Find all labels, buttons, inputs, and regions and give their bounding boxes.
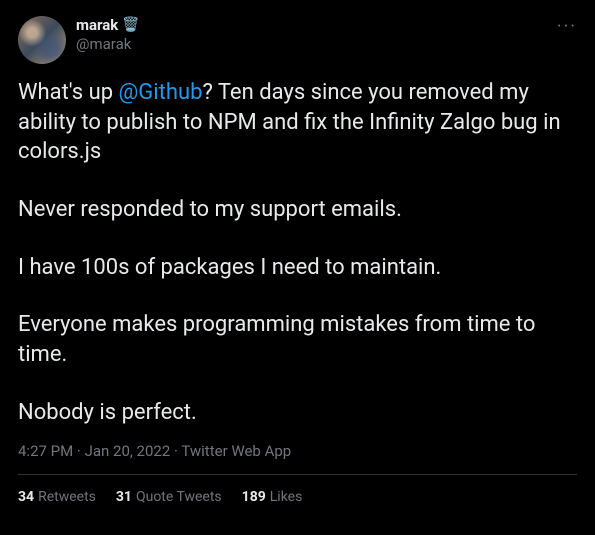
tweet-meta: 4:27 PM · Jan 20, 2022 · Twitter Web App <box>18 442 577 475</box>
display-name: marak <box>76 16 118 35</box>
tweet-container: marak 🗑️ @marak ··· What's up @Github? T… <box>0 0 595 535</box>
paragraph-2: Never responded to my support emails. <box>18 195 577 225</box>
user-names[interactable]: marak 🗑️ @marak <box>76 16 547 54</box>
quotes-label: Quote Tweets <box>136 489 222 505</box>
tweet-date[interactable]: Jan 20, 2022 <box>85 442 171 460</box>
quotes-stat[interactable]: 31Quote Tweets <box>116 489 222 505</box>
tweet-source[interactable]: Twitter Web App <box>181 442 291 460</box>
paragraph-5: Nobody is perfect. <box>18 398 577 428</box>
paragraph-4: Everyone makes programming mistakes from… <box>18 310 577 369</box>
likes-label: Likes <box>270 489 303 505</box>
tweet-header: marak 🗑️ @marak ··· <box>18 16 577 64</box>
text: What's up <box>18 80 119 105</box>
retweets-count: 34 <box>18 489 34 505</box>
separator: · <box>170 442 181 460</box>
tweet-stats: 34Retweets 31Quote Tweets 189Likes <box>18 475 577 519</box>
quotes-count: 31 <box>116 489 132 505</box>
paragraph-1: What's up @Github? Ten days since you re… <box>18 78 577 167</box>
separator: · <box>73 442 84 460</box>
mention-github[interactable]: @Github <box>119 80 203 105</box>
tweet-text: What's up @Github? Ten days since you re… <box>18 78 577 428</box>
likes-stat[interactable]: 189Likes <box>242 489 303 505</box>
avatar[interactable] <box>18 16 66 64</box>
retweets-label: Retweets <box>38 489 96 505</box>
likes-count: 189 <box>242 489 266 505</box>
retweets-stat[interactable]: 34Retweets <box>18 489 96 505</box>
user-handle: @marak <box>76 35 547 54</box>
paragraph-3: I have 100s of packages I need to mainta… <box>18 253 577 283</box>
tweet-time[interactable]: 4:27 PM <box>18 442 73 460</box>
more-icon[interactable]: ··· <box>557 16 577 36</box>
name-emoji: 🗑️ <box>122 17 139 35</box>
